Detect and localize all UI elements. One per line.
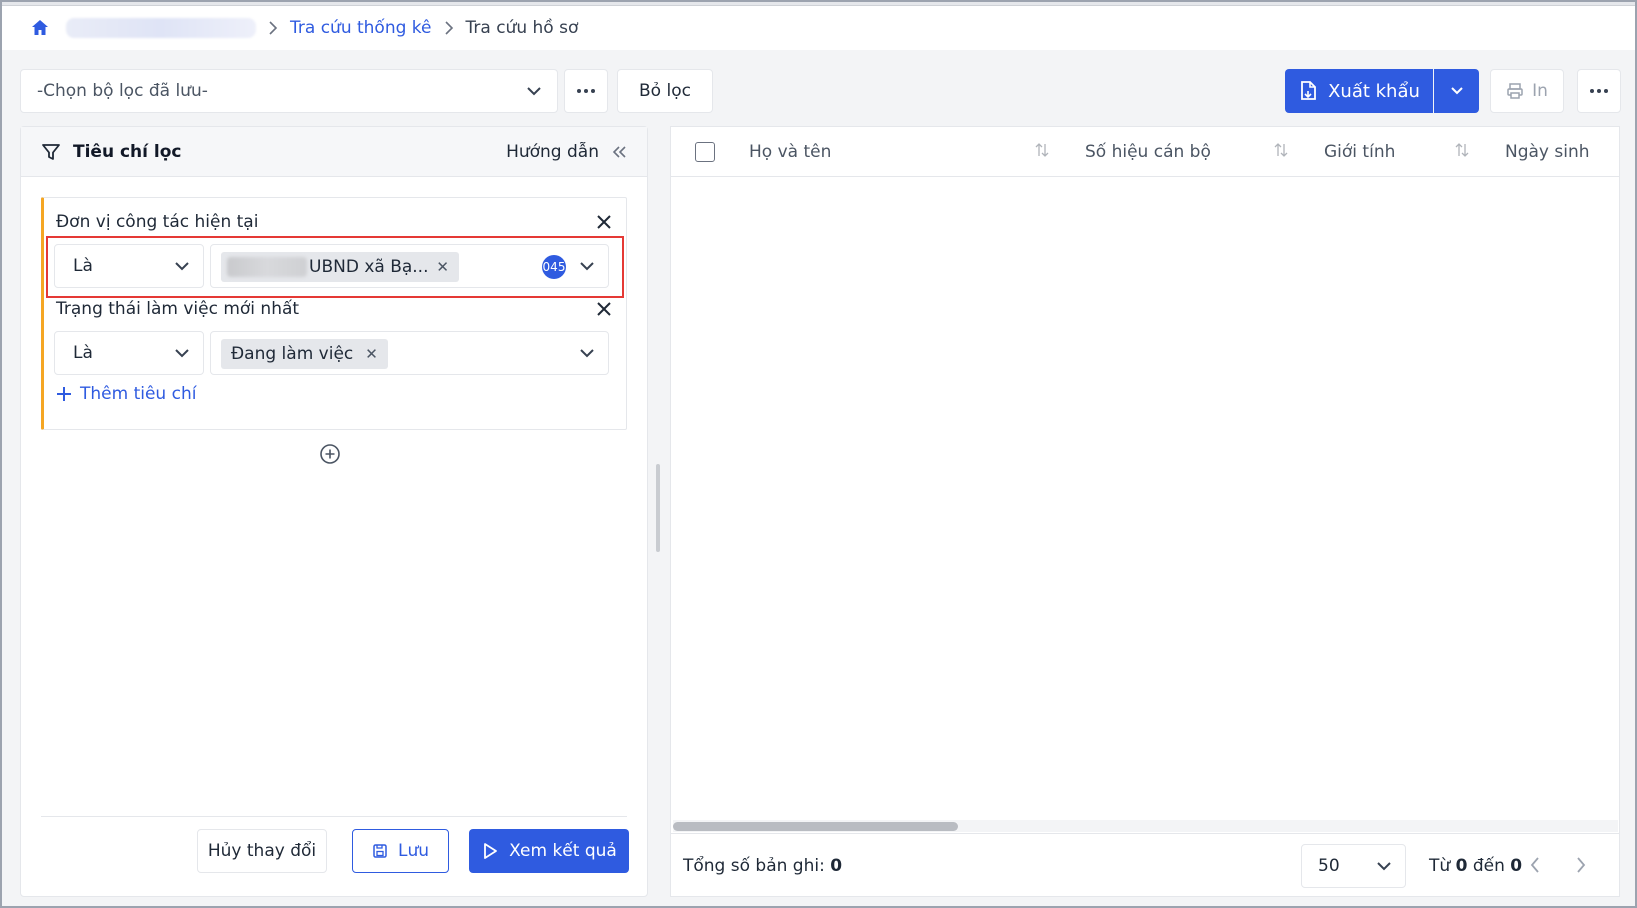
operator-value: Là xyxy=(73,343,93,363)
sort-icon[interactable] xyxy=(1274,142,1288,163)
range-from-value: 0 xyxy=(1455,856,1468,876)
criteria-group: Đơn vị công tác hiện tại Là UBND xã Bạ..… xyxy=(41,197,627,430)
more-horizontal-icon xyxy=(577,89,595,93)
plus-icon xyxy=(57,387,71,401)
selected-tag: Đang làm việc ✕ xyxy=(221,339,388,369)
play-icon xyxy=(484,843,498,859)
column-header-name[interactable]: Họ và tên xyxy=(749,127,831,177)
operator-select[interactable]: Là xyxy=(54,331,204,375)
scrollbar-thumb[interactable] xyxy=(673,822,958,831)
tag-label: UBND xã Bạ... xyxy=(309,257,429,277)
more-horizontal-icon xyxy=(1590,89,1608,93)
home-icon[interactable] xyxy=(30,17,52,39)
add-group-icon[interactable] xyxy=(319,443,341,465)
sort-icon[interactable] xyxy=(1035,142,1049,163)
tag-label: Đang làm việc xyxy=(231,344,354,364)
saved-filter-select[interactable]: -Chọn bộ lọc đã lưu- xyxy=(20,69,558,113)
saved-filter-more-button[interactable] xyxy=(564,69,608,113)
toolbar-more-button[interactable] xyxy=(1577,69,1621,113)
sort-icon[interactable] xyxy=(1455,142,1469,163)
value-multiselect[interactable]: UBND xã Bạ... ✕ 045 xyxy=(210,244,609,288)
app-window: Tra cứu thống kê Tra cứu hồ sơ -Chọn bộ … xyxy=(0,0,1637,908)
select-all-checkbox[interactable] xyxy=(695,142,715,162)
export-label: Xuất khẩu xyxy=(1328,80,1420,102)
add-criterion-button[interactable]: Thêm tiêu chí xyxy=(56,384,196,404)
collapse-panel-icon[interactable] xyxy=(611,144,627,160)
close-icon[interactable] xyxy=(594,212,614,232)
selected-tag: UBND xã Bạ... ✕ xyxy=(221,252,459,282)
chevron-right-icon xyxy=(444,21,454,35)
breadcrumb-current: Tra cứu hồ sơ xyxy=(465,18,579,38)
chevron-right-icon[interactable] xyxy=(1575,856,1587,874)
range-to-value: 0 xyxy=(1510,856,1523,876)
filter-panel-header: Tiêu chí lọc Hướng dẫn xyxy=(21,127,647,177)
page-size-value: 50 xyxy=(1318,856,1340,876)
filter-icon xyxy=(41,142,61,162)
chevron-down-icon xyxy=(578,344,596,367)
operator-select[interactable]: Là xyxy=(54,244,204,288)
record-range: Từ 0 đến 0 xyxy=(1429,856,1522,876)
table-header: Họ và tên Số hiệu cán bộ Giới tính Ngày … xyxy=(671,127,1619,177)
add-criterion-label: Thêm tiêu chí xyxy=(80,384,197,404)
save-filter-button[interactable]: Lưu xyxy=(352,829,449,873)
view-results-label: Xem kết quả xyxy=(509,841,617,861)
operator-value: Là xyxy=(73,256,93,276)
filter-panel-footer: Hủy thay đổi Lưu Xem kết quả xyxy=(41,816,629,896)
value-multiselect[interactable]: Đang làm việc ✕ xyxy=(210,331,609,375)
close-icon[interactable] xyxy=(594,299,614,319)
total-records: Tổng số bản ghi: 0 xyxy=(683,856,842,876)
print-label: In xyxy=(1532,81,1548,101)
breadcrumb: Tra cứu thống kê Tra cứu hồ sơ xyxy=(2,6,1635,50)
file-export-icon xyxy=(1298,80,1318,102)
filter-panel: Tiêu chí lọc Hướng dẫn Đơn vị công tác h… xyxy=(20,126,648,897)
column-header-birthdate[interactable]: Ngày sinh xyxy=(1505,127,1590,177)
criterion-label: Đơn vị công tác hiện tại xyxy=(56,212,259,232)
chevron-down-icon xyxy=(1450,87,1463,95)
range-from-label: Từ xyxy=(1429,856,1451,876)
remove-tag-icon[interactable]: ✕ xyxy=(365,345,378,363)
range-to-label: đến xyxy=(1472,856,1505,876)
chevron-down-icon xyxy=(173,344,191,367)
export-dropdown-button[interactable] xyxy=(1434,69,1479,113)
save-icon xyxy=(373,844,387,858)
total-records-label: Tổng số bản ghi: xyxy=(683,856,825,876)
filter-panel-title: Tiêu chí lọc xyxy=(73,141,182,162)
horizontal-scrollbar[interactable] xyxy=(673,820,1618,832)
export-button[interactable]: Xuất khẩu xyxy=(1285,69,1433,113)
breadcrumb-redacted-link[interactable] xyxy=(66,18,256,38)
chevron-down-icon xyxy=(1375,857,1393,880)
print-button[interactable]: In xyxy=(1490,69,1564,113)
table-footer: Tổng số bản ghi: 0 50 Từ 0 đến 0 xyxy=(671,833,1619,896)
saved-filter-placeholder: -Chọn bộ lọc đã lưu- xyxy=(37,81,208,101)
save-label: Lưu xyxy=(397,841,430,861)
chevron-down-icon xyxy=(578,257,596,280)
printer-icon xyxy=(1507,83,1523,99)
page-size-select[interactable]: 50 xyxy=(1301,844,1406,888)
chevron-right-icon xyxy=(268,21,278,35)
view-results-button[interactable]: Xem kết quả xyxy=(469,829,629,873)
panel-resize-handle[interactable] xyxy=(656,464,660,552)
chevron-left-icon[interactable] xyxy=(1529,856,1541,874)
total-records-value: 0 xyxy=(830,856,843,876)
criterion-label: Trạng thái làm việc mới nhất xyxy=(56,299,300,319)
cancel-changes-button[interactable]: Hủy thay đổi xyxy=(197,829,327,873)
guide-link[interactable]: Hướng dẫn xyxy=(506,142,599,162)
column-header-gender[interactable]: Giới tính xyxy=(1324,127,1395,177)
clear-filter-button[interactable]: Bỏ lọc xyxy=(617,69,713,113)
chevron-down-icon xyxy=(525,82,543,105)
column-header-officer-id[interactable]: Số hiệu cán bộ xyxy=(1085,127,1211,177)
results-panel: Họ và tên Số hiệu cán bộ Giới tính Ngày … xyxy=(670,126,1620,897)
selection-count-badge: 045 xyxy=(542,255,566,279)
breadcrumb-link-statistics[interactable]: Tra cứu thống kê xyxy=(290,18,432,38)
redacted-text xyxy=(227,257,307,277)
chevron-down-icon xyxy=(173,257,191,280)
remove-tag-icon[interactable]: ✕ xyxy=(436,258,449,276)
